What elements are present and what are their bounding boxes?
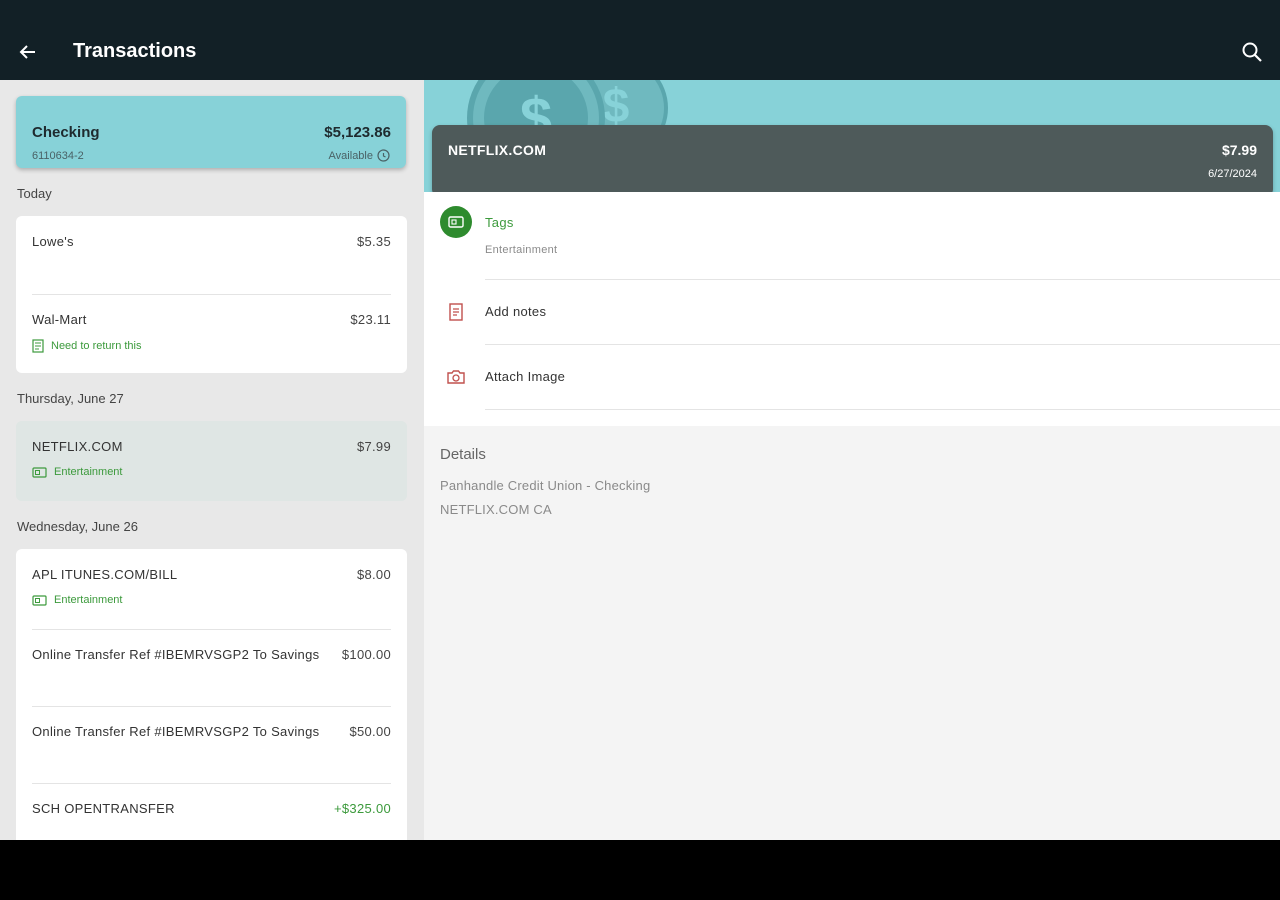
detail-date: 6/27/2024 bbox=[1208, 168, 1257, 180]
transaction-row-sch-transfer[interactable]: SCH OPENTRANSFER +$325.00 bbox=[16, 783, 407, 840]
date-header-thursday: Thursday, June 27 bbox=[17, 391, 124, 406]
transaction-group-wednesday: APL ITUNES.COM/BILL $8.00 Entertainment … bbox=[16, 549, 407, 840]
available-indicator: Available bbox=[329, 149, 390, 162]
info-icon bbox=[377, 149, 390, 162]
transaction-merchant: Online Transfer Ref #IBEMRVSGP2 To Savin… bbox=[32, 647, 320, 662]
transaction-detail-pane: $ $ NETFLIX.COM $7.99 6/27/2024 Tags Ent… bbox=[424, 80, 1280, 840]
camera-icon bbox=[447, 370, 465, 384]
transaction-row-netflix[interactable]: NETFLIX.COM $7.99 Entertainment bbox=[16, 421, 407, 501]
add-notes-row[interactable]: Add notes bbox=[424, 280, 1280, 344]
transaction-amount: $23.11 bbox=[350, 312, 391, 327]
attach-image-row[interactable]: Attach Image bbox=[424, 345, 1280, 409]
top-app-bar: Transactions bbox=[0, 0, 1280, 80]
date-header-today: Today bbox=[17, 186, 52, 201]
search-button[interactable] bbox=[1238, 38, 1266, 66]
detail-merchant: NETFLIX.COM bbox=[448, 142, 547, 158]
transaction-amount: +$325.00 bbox=[334, 801, 391, 816]
attach-image-label: Attach Image bbox=[485, 369, 566, 384]
page-title: Transactions bbox=[73, 40, 197, 62]
tags-value: Entertainment bbox=[485, 244, 558, 256]
transaction-list-pane[interactable]: Checking 6110634-2 $5,123.86 Available T… bbox=[0, 80, 424, 840]
detail-actions: Tags Entertainment Add notes Attach Imag… bbox=[424, 192, 1280, 426]
transaction-group-thursday: NETFLIX.COM $7.99 Entertainment bbox=[16, 421, 407, 501]
action-divider bbox=[485, 409, 1280, 410]
transaction-amount: $5.35 bbox=[356, 234, 391, 249]
transaction-merchant: NETFLIX.COM bbox=[32, 439, 123, 454]
camera-icon-wrap bbox=[440, 367, 472, 387]
transaction-merchant: SCH OPENTRANSFER bbox=[32, 801, 175, 816]
transaction-merchant: Online Transfer Ref #IBEMRVSGP2 To Savin… bbox=[32, 724, 320, 739]
account-number: 6110634-2 bbox=[32, 150, 84, 162]
note-icon bbox=[449, 303, 463, 321]
transaction-row-lowes[interactable]: Lowe's $5.35 bbox=[16, 216, 407, 294]
search-icon bbox=[1242, 42, 1262, 62]
account-balance: $5,123.86 bbox=[324, 124, 391, 141]
tag-icon bbox=[32, 466, 47, 478]
transaction-amount: $7.99 bbox=[356, 439, 391, 454]
available-label: Available bbox=[328, 149, 373, 162]
transaction-note: Need to return this bbox=[32, 339, 142, 353]
note-icon bbox=[32, 339, 44, 353]
account-card[interactable]: Checking 6110634-2 $5,123.86 Available bbox=[16, 96, 406, 168]
transaction-row-transfer-50[interactable]: Online Transfer Ref #IBEMRVSGP2 To Savin… bbox=[16, 706, 407, 783]
detail-amount: $7.99 bbox=[1221, 142, 1257, 158]
transaction-tag: Entertainment bbox=[32, 466, 122, 478]
transaction-row-itunes[interactable]: APL ITUNES.COM/BILL $8.00 Entertainment bbox=[16, 549, 407, 629]
transaction-row-transfer-100[interactable]: Online Transfer Ref #IBEMRVSGP2 To Savin… bbox=[16, 629, 407, 706]
date-header-wednesday: Wednesday, June 26 bbox=[17, 519, 138, 534]
transaction-amount: $50.00 bbox=[349, 724, 391, 739]
app-window: Transactions Checking 6110634-2 $5,123.8… bbox=[0, 0, 1280, 840]
details-account-line: Panhandle Credit Union - Checking bbox=[440, 478, 651, 493]
details-heading: Details bbox=[440, 446, 486, 463]
transaction-amount: $100.00 bbox=[341, 647, 391, 662]
transaction-tag: Entertainment bbox=[32, 594, 122, 606]
tags-label: Tags bbox=[485, 215, 514, 230]
transaction-tag-text: Entertainment bbox=[54, 594, 123, 606]
transaction-merchant: Wal-Mart bbox=[32, 312, 87, 327]
notes-icon-wrap bbox=[440, 302, 472, 322]
transaction-amount: $8.00 bbox=[356, 567, 391, 582]
arrow-left-icon bbox=[19, 45, 35, 59]
tag-icon-badge bbox=[440, 206, 472, 238]
details-description-line: NETFLIX.COM CA bbox=[440, 502, 552, 517]
transaction-merchant: Lowe's bbox=[32, 234, 74, 249]
transaction-note-text: Need to return this bbox=[51, 340, 142, 352]
transaction-summary-card: NETFLIX.COM $7.99 6/27/2024 bbox=[432, 125, 1273, 197]
back-button[interactable] bbox=[14, 38, 42, 66]
tag-icon bbox=[448, 216, 464, 228]
transaction-tag-text: Entertainment bbox=[54, 466, 123, 478]
tag-icon bbox=[32, 594, 47, 606]
transaction-merchant: APL ITUNES.COM/BILL bbox=[32, 567, 178, 582]
transaction-group-today: Lowe's $5.35 Wal-Mart $23.11 Need to ret… bbox=[16, 216, 407, 373]
transaction-row-walmart[interactable]: Wal-Mart $23.11 Need to return this bbox=[16, 294, 407, 373]
tags-row[interactable]: Tags Entertainment bbox=[424, 192, 1280, 279]
account-name: Checking bbox=[32, 124, 100, 141]
add-notes-label: Add notes bbox=[485, 304, 547, 319]
